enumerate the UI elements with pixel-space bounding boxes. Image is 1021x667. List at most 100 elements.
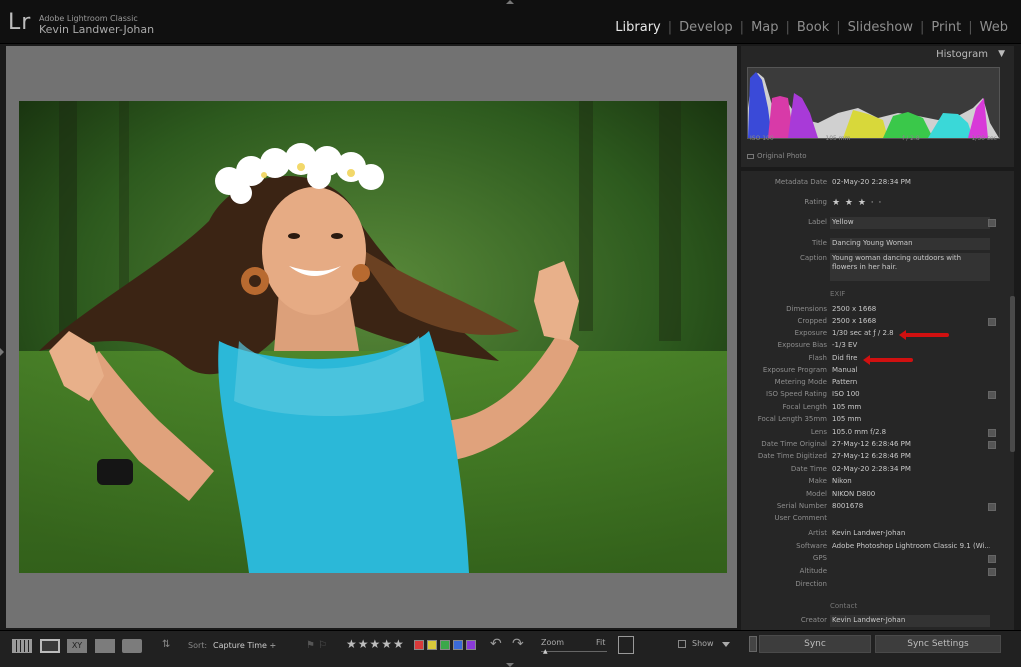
metadata-label: Label: [808, 218, 827, 226]
color-label-blue[interactable]: [453, 640, 463, 650]
metadata-label: User Comment: [774, 514, 827, 522]
collapse-triangle-icon[interactable]: ▼: [998, 49, 1005, 59]
metadata-label: Software: [796, 542, 827, 550]
metadata-label: Flash: [808, 354, 827, 362]
color-label-red[interactable]: [414, 640, 424, 650]
metadata-panel: Metadata Date 02-May-20 2:28:34 PM Ratin…: [741, 173, 1004, 628]
metadata-value: Nikon: [832, 477, 852, 485]
metadata-label: GPS: [812, 554, 827, 562]
metadata-label: Exposure Bias: [777, 341, 827, 349]
info-overlay-icon[interactable]: [618, 636, 634, 654]
right-panel-scrollbar[interactable]: [1010, 296, 1015, 452]
loupe-view-icon[interactable]: [40, 639, 60, 653]
metadata-row-creator: Creator Kevin Landwer-Johan: [741, 615, 1001, 627]
sync-settings-button[interactable]: Sync Settings: [875, 635, 1001, 653]
module-print[interactable]: Print: [924, 20, 968, 35]
metadata-row-caption: Caption Young woman dancing outdoors wit…: [741, 253, 1001, 281]
metadata-value: Kevin Landwer-Johan: [832, 529, 906, 537]
crop-action-icon[interactable]: [988, 318, 996, 326]
title-field[interactable]: Dancing Young Woman: [830, 238, 990, 250]
lens-action-icon[interactable]: [988, 429, 996, 437]
original-photo-checkbox[interactable]: [747, 153, 754, 159]
metadata-row-exposure-program: Exposure Program Manual: [741, 365, 1001, 377]
metadata-row-date-time-original: Date Time Original 27-May-12 6:28:46 PM: [741, 439, 1001, 451]
module-slideshow[interactable]: Slideshow: [841, 20, 920, 35]
metadata-row-metadata-date: Metadata Date 02-May-20 2:28:34 PM: [741, 177, 1001, 189]
show-checkbox[interactable]: [678, 640, 686, 648]
main-photo[interactable]: [19, 101, 727, 573]
original-photo-label: Original Photo: [757, 152, 807, 160]
metadata-label: Metering Mode: [774, 378, 827, 386]
show-label: Show: [692, 639, 714, 648]
caption-field[interactable]: Young woman dancing outdoors with flower…: [830, 253, 990, 281]
metadata-value: 2500 x 1668: [832, 317, 877, 325]
metadata-row-title: Title Dancing Young Woman: [741, 238, 1001, 250]
histogram-title: Histogram: [936, 49, 988, 60]
histogram-header[interactable]: Histogram ▼: [741, 46, 1014, 64]
people-view-icon[interactable]: [122, 639, 142, 653]
metadata-row-make: Make Nikon: [741, 476, 1001, 488]
module-develop[interactable]: Develop: [672, 20, 740, 35]
compare-view-icon[interactable]: XY: [67, 639, 87, 653]
metadata-value: Manual: [832, 366, 858, 374]
metadata-row-iso: ISO Speed Rating ISO 100: [741, 389, 1001, 401]
zoom-slider-thumb[interactable]: ▲: [543, 648, 548, 655]
sort-label: Sort:: [188, 641, 208, 650]
metadata-label: ISO Speed Rating: [766, 390, 827, 398]
metadata-row-dimensions: Dimensions 2500 x 1668: [741, 304, 1001, 316]
sync-button[interactable]: Sync: [759, 635, 871, 653]
auto-sync-toggle[interactable]: [749, 636, 757, 652]
metadata-row-user-comment: User Comment: [741, 513, 1001, 525]
module-library[interactable]: Library: [608, 20, 667, 35]
module-book[interactable]: Book: [790, 20, 836, 35]
rating-stars[interactable]: ★ ★ ★ · ·: [830, 197, 990, 209]
survey-view-icon[interactable]: [95, 639, 115, 653]
metadata-value: 02-May-20 2:28:34 PM: [832, 178, 911, 186]
metadata-value: 105.0 mm f/2.8: [832, 428, 887, 436]
zoom-slider[interactable]: [541, 651, 607, 652]
metadata-value: [830, 553, 990, 565]
color-label-green[interactable]: [440, 640, 450, 650]
metadata-row-exposure: Exposure 1/30 sec at ƒ / 2.8: [741, 328, 1001, 340]
module-map[interactable]: Map: [744, 20, 785, 35]
gps-action-icon[interactable]: [988, 555, 996, 563]
rating-stars-toolbar[interactable]: ★★★★★: [346, 637, 405, 651]
metadata-label: Cropped: [797, 317, 827, 325]
iso-action-icon[interactable]: [988, 391, 996, 399]
rotate-left-icon[interactable]: ↶: [490, 636, 502, 652]
filmstrip-toggle-icon[interactable]: [506, 663, 514, 667]
creator-field[interactable]: Kevin Landwer-Johan: [830, 615, 990, 627]
metadata-value: Pattern: [832, 378, 858, 386]
top-panel-toggle-icon[interactable]: [506, 0, 514, 4]
metadata-row-focal-length-35mm: Focal Length 35mm 105 mm: [741, 414, 1001, 426]
flag-icon[interactable]: ⚑ ⚐: [306, 640, 327, 651]
sort-dropdown[interactable]: Capture Time ÷: [213, 641, 276, 650]
histogram-info: ISO 100 105 mm f / 2.8 1/30 sec: [747, 135, 1000, 142]
label-field[interactable]: Yellow: [830, 217, 990, 229]
altitude-action-icon[interactable]: [988, 568, 996, 576]
histogram: [747, 67, 1000, 139]
metadata-label: Serial Number: [776, 502, 827, 510]
toolbar-menu-chevron-down-icon[interactable]: [722, 642, 730, 647]
serial-action-icon[interactable]: [988, 503, 996, 511]
color-label-purple[interactable]: [466, 640, 476, 650]
histogram-shutter: 1/30 sec: [971, 135, 997, 142]
exif-section-header: EXIF: [830, 290, 846, 298]
metadata-label: Date Time Original: [761, 440, 827, 448]
loupe-view: [6, 46, 737, 628]
label-action-icon[interactable]: [988, 219, 996, 227]
bottom-toolbar: XY ⇅ Sort: Capture Time ÷ ⚑ ⚐ ★★★★★ ↶ ↷ …: [0, 630, 1021, 667]
app-name: Adobe Lightroom Classic: [39, 14, 138, 23]
metadata-value: [830, 566, 990, 578]
color-label-yellow[interactable]: [427, 640, 437, 650]
sort-direction-icon[interactable]: ⇅: [162, 639, 178, 653]
left-panel-toggle-icon[interactable]: [0, 348, 4, 356]
grid-view-icon[interactable]: [12, 639, 32, 653]
metadata-value: ISO 100: [832, 390, 860, 398]
rotate-right-icon[interactable]: ↷: [512, 636, 524, 652]
metadata-row-lens: Lens 105.0 mm f/2.8: [741, 427, 1001, 439]
metadata-label: Metadata Date: [774, 178, 827, 186]
date-action-icon[interactable]: [988, 441, 996, 449]
original-photo-toggle[interactable]: Original Photo: [747, 152, 807, 160]
module-web[interactable]: Web: [973, 20, 1015, 35]
